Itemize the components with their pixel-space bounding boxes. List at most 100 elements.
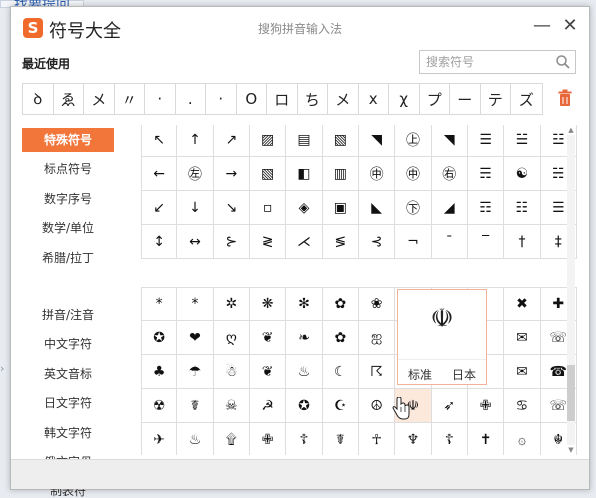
sidebar-category-item[interactable]: 希腊/拉丁 bbox=[22, 246, 114, 270]
symbol-cell[interactable]: ☰ bbox=[467, 125, 505, 157]
recent-symbol[interactable]: · bbox=[145, 84, 176, 114]
preview-standard-label[interactable]: 标准 bbox=[398, 366, 442, 383]
symbol-cell[interactable]: ✙ bbox=[250, 423, 287, 455]
symbol-cell[interactable]: ▥ bbox=[322, 157, 359, 191]
symbol-cell[interactable]: ⊱ bbox=[213, 225, 250, 259]
recent-symbol[interactable]: テ bbox=[481, 84, 511, 114]
symbol-cell[interactable]: ↔ bbox=[177, 225, 214, 259]
symbol-cell[interactable]: ◢ bbox=[431, 191, 468, 225]
symbol-cell[interactable]: ↖ bbox=[141, 125, 178, 157]
recent-symbol[interactable]: ち bbox=[298, 84, 328, 114]
symbol-cell[interactable]: ▧ bbox=[249, 157, 287, 191]
symbol-cell[interactable]: ◥ bbox=[358, 125, 396, 157]
symbol-cell[interactable]: ↘ bbox=[213, 191, 250, 225]
symbol-cell[interactable]: ☴ bbox=[467, 157, 505, 191]
symbol-cell[interactable]: ✉ bbox=[504, 321, 541, 355]
recent-symbol[interactable]: メ bbox=[84, 84, 115, 114]
symbol-cell[interactable]: ☫ bbox=[395, 389, 432, 423]
symbol-cell[interactable]: ஐ bbox=[358, 321, 396, 355]
sidebar-category-item[interactable]: 中文字符 bbox=[22, 332, 114, 356]
sidebar-category-item[interactable]: 韩文字符 bbox=[22, 421, 114, 445]
symbol-cell[interactable]: ◥ bbox=[431, 125, 468, 157]
sidebar-category-item[interactable]: 拼音/注音 bbox=[22, 303, 114, 327]
symbol-cell[interactable]: † bbox=[504, 225, 541, 259]
symbol-cell[interactable]: ☮ bbox=[358, 389, 396, 423]
symbol-cell[interactable]: ☪ bbox=[322, 389, 359, 423]
search-box[interactable] bbox=[419, 50, 576, 74]
recent-symbol[interactable]: メ bbox=[328, 84, 359, 114]
title-bar[interactable]: S 符号大全 搜狗拼音输入法 — ✕ bbox=[11, 7, 589, 47]
symbol-cell[interactable]: ☃ bbox=[213, 355, 250, 389]
symbol-cell[interactable]: * bbox=[141, 287, 178, 321]
symbol-cell[interactable]: ㊧ bbox=[177, 157, 214, 191]
trash-icon[interactable] bbox=[557, 89, 573, 107]
preview-japanese-label[interactable]: 日本 bbox=[442, 366, 486, 383]
symbol-cell[interactable]: ↙ bbox=[141, 191, 178, 225]
symbol-cell[interactable]: ✪ bbox=[141, 321, 178, 355]
close-button[interactable]: ✕ bbox=[559, 15, 581, 37]
symbol-cell[interactable]: ❧ bbox=[286, 321, 323, 355]
symbol-cell[interactable]: ☈ bbox=[358, 355, 396, 389]
symbol-cell[interactable]: ☤ bbox=[323, 423, 359, 455]
symbol-cell[interactable]: ✝ bbox=[468, 423, 505, 455]
sidebar-category-item[interactable]: 数学/单位 bbox=[22, 216, 114, 240]
symbol-cell[interactable]: ☦ bbox=[432, 423, 468, 455]
symbol-cell[interactable]: ▣ bbox=[322, 191, 359, 225]
symbol-cell[interactable]: ⊰ bbox=[358, 225, 396, 259]
symbol-cell[interactable]: ▧ bbox=[322, 125, 359, 157]
recent-symbol[interactable]: ズ bbox=[511, 84, 542, 114]
symbol-cell[interactable]: ☶ bbox=[467, 191, 505, 225]
symbol-cell[interactable]: ✪ bbox=[286, 389, 323, 423]
symbol-cell[interactable]: ◧ bbox=[286, 157, 323, 191]
symbol-cell[interactable]: ❋ bbox=[249, 287, 287, 321]
symbol-cell[interactable]: ☾ bbox=[322, 355, 359, 389]
scroll-thumb[interactable] bbox=[567, 365, 575, 421]
symbol-cell[interactable]: ↓ bbox=[177, 191, 214, 225]
recent-symbol[interactable]: . bbox=[176, 84, 206, 114]
symbol-cell[interactable]: ✈ bbox=[141, 423, 178, 455]
symbol-cell[interactable]: ㊥ bbox=[358, 157, 396, 191]
symbol-cell[interactable]: ☂ bbox=[177, 355, 214, 389]
symbol-cell[interactable]: ▨ bbox=[249, 125, 287, 157]
symbol-cell[interactable]: ✿ bbox=[322, 287, 359, 321]
symbol-cell[interactable]: ‾ bbox=[467, 225, 505, 259]
scroll-down-icon[interactable]: ▼ bbox=[565, 445, 577, 455]
scroll-up-icon[interactable]: ▲ bbox=[565, 125, 577, 135]
symbol-cell[interactable]: ▤ bbox=[286, 125, 323, 157]
sidebar-category-item[interactable]: 特殊符号 bbox=[22, 128, 114, 152]
recent-symbol[interactable]: ゑ bbox=[54, 84, 84, 114]
recent-symbol[interactable]: χ bbox=[389, 84, 420, 114]
symbol-cell[interactable]: ❦ bbox=[249, 355, 287, 389]
symbol-cell[interactable]: ۞ bbox=[504, 423, 541, 455]
symbol-cell[interactable]: ☤ bbox=[177, 389, 214, 423]
grid-scrollbar[interactable]: ▲ ▼ bbox=[565, 125, 577, 455]
recent-symbol[interactable]: O bbox=[237, 84, 267, 114]
recent-symbol[interactable]: ロ bbox=[267, 84, 298, 114]
symbol-cell[interactable]: ← bbox=[141, 157, 178, 191]
sidebar-category-item[interactable]: 标点符号 bbox=[22, 157, 114, 181]
symbol-cell[interactable]: ≷ bbox=[249, 225, 287, 259]
minimize-button[interactable]: — bbox=[531, 15, 553, 37]
symbol-cell[interactable]: ✖ bbox=[504, 287, 541, 321]
symbol-cell[interactable]: ☥ bbox=[359, 423, 396, 455]
symbol-cell[interactable]: ✲ bbox=[213, 287, 250, 321]
search-input[interactable] bbox=[420, 51, 555, 73]
symbol-cell[interactable]: ⋌ bbox=[286, 225, 323, 259]
recent-symbol[interactable]: 〃 bbox=[115, 84, 145, 114]
symbol-cell[interactable]: ♨ bbox=[177, 423, 214, 455]
recent-symbol[interactable]: · bbox=[206, 84, 237, 114]
sidebar-category-item[interactable]: 数字序号 bbox=[22, 187, 114, 211]
symbol-cell[interactable]: ☱ bbox=[504, 125, 541, 157]
recent-symbol[interactable]: ー bbox=[450, 84, 481, 114]
symbol-cell[interactable]: ❤ bbox=[177, 321, 214, 355]
recent-symbol[interactable]: プ bbox=[420, 84, 450, 114]
symbol-cell[interactable]: ✻ bbox=[286, 287, 323, 321]
symbol-cell[interactable]: ㊤ bbox=[395, 125, 432, 157]
symbol-cell[interactable]: ۩ bbox=[214, 423, 250, 455]
symbol-cell[interactable]: ↑ bbox=[177, 125, 214, 157]
symbol-cell[interactable]: ღ bbox=[213, 321, 250, 355]
recent-symbol[interactable]: x bbox=[359, 84, 389, 114]
symbol-cell[interactable]: ♆ bbox=[395, 423, 432, 455]
symbol-cell[interactable]: ☦ bbox=[286, 423, 323, 455]
symbol-cell[interactable]: ❦ bbox=[249, 321, 287, 355]
